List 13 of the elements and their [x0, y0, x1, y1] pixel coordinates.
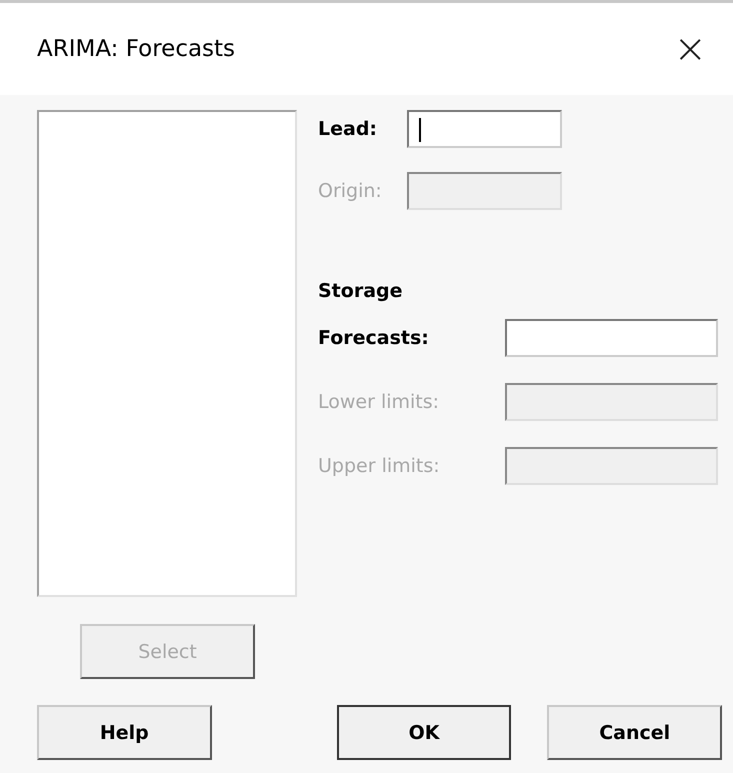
input-field[interactable] — [505, 319, 718, 357]
close-button[interactable]: × — [663, 26, 717, 72]
dialog-button[interactable]: Cancel — [547, 705, 722, 760]
section-heading: Storage — [318, 280, 404, 302]
field-label: Lower limits: — [318, 391, 440, 413]
input-field[interactable] — [407, 110, 562, 148]
dialog-button[interactable]: Help — [37, 705, 212, 760]
field-label: Origin: — [318, 180, 383, 202]
field-label: Upper limits: — [318, 455, 441, 477]
field-label: Forecasts: — [318, 327, 430, 349]
field-label: Lead: — [318, 118, 378, 140]
window-title: ARIMA: Forecasts — [37, 36, 236, 62]
dialog-button[interactable]: OK — [336, 705, 512, 760]
